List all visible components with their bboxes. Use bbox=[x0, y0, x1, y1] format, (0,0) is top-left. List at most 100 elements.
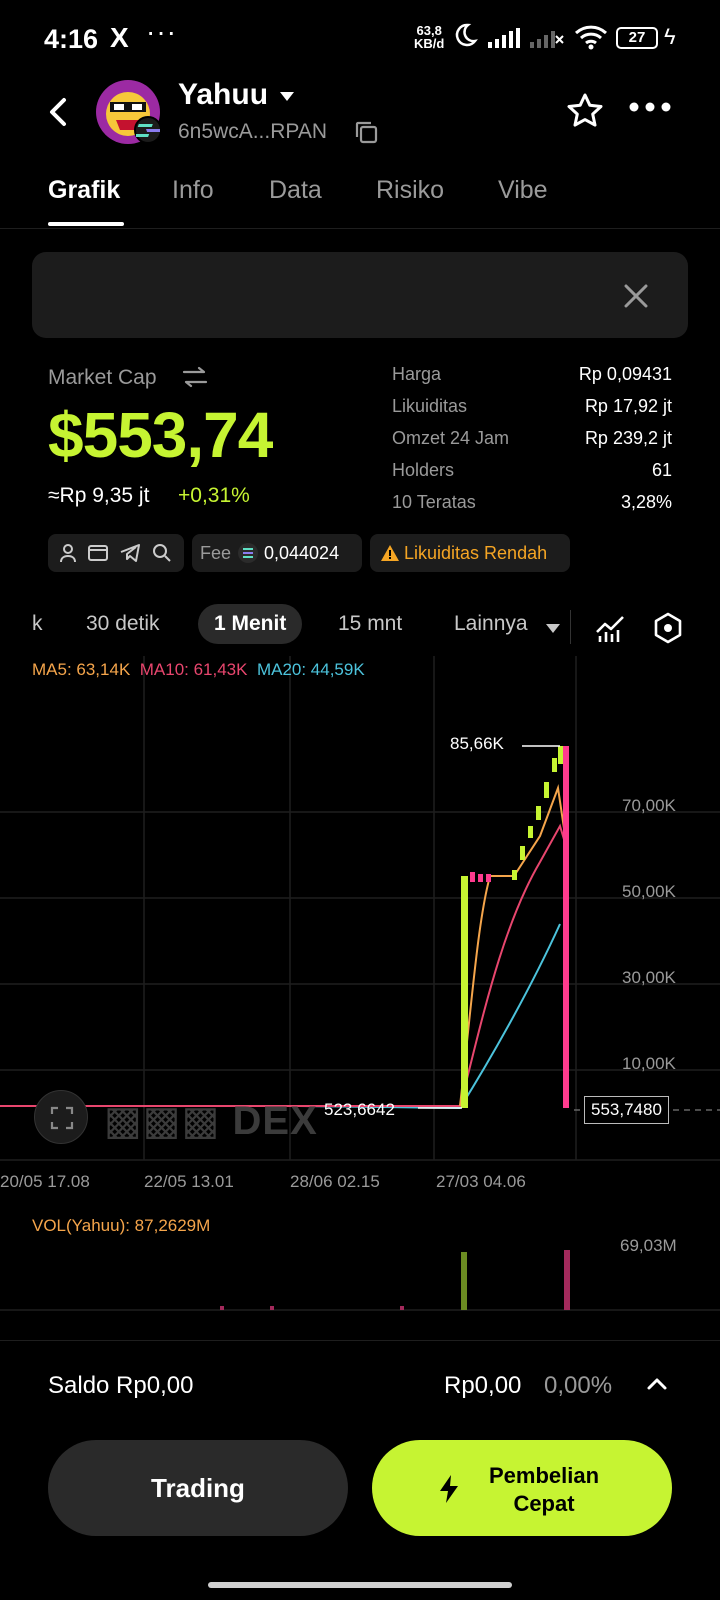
x-tick-label: 27/03 04.06 bbox=[436, 1172, 526, 1191]
ma10-legend: MA10: 61,43K bbox=[139, 660, 248, 679]
volume-bars bbox=[220, 1250, 570, 1310]
x-app-icon: X bbox=[110, 22, 129, 53]
market-cap-idr: ≈Rp 9,35 jt bbox=[48, 484, 150, 507]
stat-label: Omzet 24 Jam bbox=[392, 428, 510, 448]
price-change: +0,31% bbox=[178, 484, 250, 507]
volume-max-label: 69,03M bbox=[620, 1236, 677, 1255]
charging-icon: ϟ bbox=[664, 24, 676, 49]
token-switch-caret-icon[interactable] bbox=[280, 92, 294, 101]
balance-label: Saldo Rp0,00 bbox=[48, 1372, 194, 1399]
quick-buy-button[interactable]: Pembelian Cepat bbox=[372, 1440, 672, 1536]
fullscreen-button[interactable] bbox=[34, 1090, 88, 1144]
market-cap-label: Market Cap bbox=[48, 366, 157, 389]
ma5-legend: MA5: 63,14K bbox=[32, 660, 131, 679]
y-tick-label: 70,00K bbox=[622, 796, 676, 815]
balance-value: Rp0,00 bbox=[444, 1372, 522, 1399]
candle bbox=[478, 874, 483, 882]
chevron-down-icon[interactable] bbox=[546, 624, 560, 633]
candle bbox=[520, 846, 525, 860]
solana-icon bbox=[238, 543, 258, 563]
fee-label: Fee bbox=[200, 543, 232, 563]
status-bar: 4:16 X ··· 63,8 KB/d 27 ϟ bbox=[0, 0, 720, 78]
battery-icon: 27 bbox=[616, 27, 658, 49]
website-icon[interactable] bbox=[88, 543, 108, 563]
candle bbox=[558, 746, 563, 764]
stat-value: Rp 239,2 jt bbox=[584, 428, 672, 448]
stat-row: Likuiditas Rp 17,92 jt bbox=[392, 396, 672, 428]
volume-bar bbox=[461, 1252, 467, 1310]
interval-15m[interactable]: 15 mnt bbox=[338, 612, 402, 636]
interval-separator bbox=[570, 610, 571, 644]
y-tick-label: 30,00K bbox=[622, 968, 676, 987]
volume-bar bbox=[564, 1250, 570, 1310]
interval-1m[interactable]: 1 Menit bbox=[198, 604, 303, 644]
bolt-icon bbox=[440, 1475, 458, 1503]
candle bbox=[470, 872, 475, 882]
network-speed: 63,8 KB/d bbox=[414, 24, 444, 50]
x-tick-label: 22/05 13.01 bbox=[144, 1172, 234, 1191]
home-indicator[interactable] bbox=[208, 1582, 512, 1588]
more-options-icon[interactable] bbox=[628, 100, 672, 114]
trading-button[interactable]: Trading bbox=[48, 1440, 348, 1536]
chevron-up-icon[interactable] bbox=[646, 1376, 668, 1392]
stat-label: Holders bbox=[392, 460, 455, 480]
favorite-star-icon[interactable] bbox=[566, 92, 604, 130]
copy-icon[interactable] bbox=[354, 120, 378, 144]
tab-vibe[interactable]: Vibe bbox=[498, 176, 548, 205]
back-icon[interactable] bbox=[44, 92, 74, 132]
quick-buy-label: Pembelian Cepat bbox=[488, 1463, 600, 1516]
okx-dex-watermark: ▩▩▩ DEX bbox=[104, 1099, 318, 1143]
token-stats: Harga Rp 0,09431 Likuiditas Rp 17,92 jt … bbox=[392, 364, 672, 524]
stat-label: Harga bbox=[392, 364, 442, 384]
search-icon[interactable] bbox=[152, 543, 172, 563]
swap-metric-icon[interactable] bbox=[182, 366, 208, 388]
tab-divider bbox=[0, 228, 720, 229]
current-price-label: 553,7480 bbox=[584, 1096, 669, 1124]
low-price-label: 523,6642 bbox=[324, 1100, 395, 1119]
tab-info[interactable]: Info bbox=[172, 176, 214, 205]
solana-chain-badge-icon bbox=[134, 116, 162, 144]
balance-percent: 0,00% bbox=[544, 1372, 613, 1399]
ma-legend: MA5: 63,14K MA10: 61,43K MA20: 44,59K bbox=[32, 660, 365, 680]
tab-risiko[interactable]: Risiko bbox=[376, 176, 444, 205]
fee-chip: Fee 0,044024 bbox=[192, 534, 362, 572]
candle bbox=[544, 782, 549, 798]
candle bbox=[512, 870, 517, 880]
volume-bar bbox=[220, 1306, 224, 1310]
stat-value: Rp 17,92 jt bbox=[584, 396, 672, 416]
stat-value: 61 bbox=[651, 460, 672, 480]
stat-row: 10 Teratas 3,28% bbox=[392, 492, 672, 524]
tab-grafik[interactable]: Grafik bbox=[48, 176, 120, 205]
indicator-icon[interactable] bbox=[594, 612, 626, 644]
fullscreen-icon bbox=[50, 1106, 74, 1130]
stat-row: Holders 61 bbox=[392, 460, 672, 492]
interval-partial[interactable]: k bbox=[32, 612, 43, 636]
volume-label: VOL(Yahuu): 87,2629M bbox=[32, 1216, 211, 1235]
signal-icon bbox=[488, 28, 520, 48]
candle bbox=[461, 876, 468, 1108]
x-tick-label: 28/06 02.15 bbox=[290, 1172, 380, 1191]
holder-icon[interactable] bbox=[58, 543, 78, 563]
interval-30s[interactable]: 30 detik bbox=[86, 612, 160, 636]
close-icon[interactable] bbox=[622, 282, 650, 310]
candle bbox=[536, 806, 541, 820]
chart-grid bbox=[0, 656, 720, 1311]
telegram-icon[interactable] bbox=[120, 543, 140, 563]
y-tick-label: 50,00K bbox=[622, 882, 676, 901]
chart-settings-icon[interactable] bbox=[652, 612, 684, 644]
liquidity-warning-chip[interactable]: Likuiditas Rendah bbox=[370, 534, 570, 572]
y-tick-label: 10,00K bbox=[622, 1054, 676, 1073]
token-name[interactable]: Yahuu bbox=[178, 78, 268, 112]
watermark-text: DEX bbox=[232, 1099, 318, 1143]
interval-more[interactable]: Lainnya bbox=[454, 612, 528, 636]
high-price-label: 85,66K bbox=[450, 734, 504, 753]
market-cap-value: $553,74 bbox=[48, 399, 273, 471]
volume-bar bbox=[400, 1306, 404, 1310]
announcement-banner[interactable] bbox=[32, 252, 688, 338]
tab-data[interactable]: Data bbox=[269, 176, 322, 205]
candle bbox=[563, 746, 569, 1108]
stat-row: Omzet 24 Jam Rp 239,2 jt bbox=[392, 428, 672, 460]
token-address: 6n5wcA...RPAN bbox=[178, 120, 327, 143]
liquidity-warning-text: Likuiditas Rendah bbox=[404, 543, 548, 563]
ma20-legend: MA20: 44,59K bbox=[256, 660, 365, 679]
